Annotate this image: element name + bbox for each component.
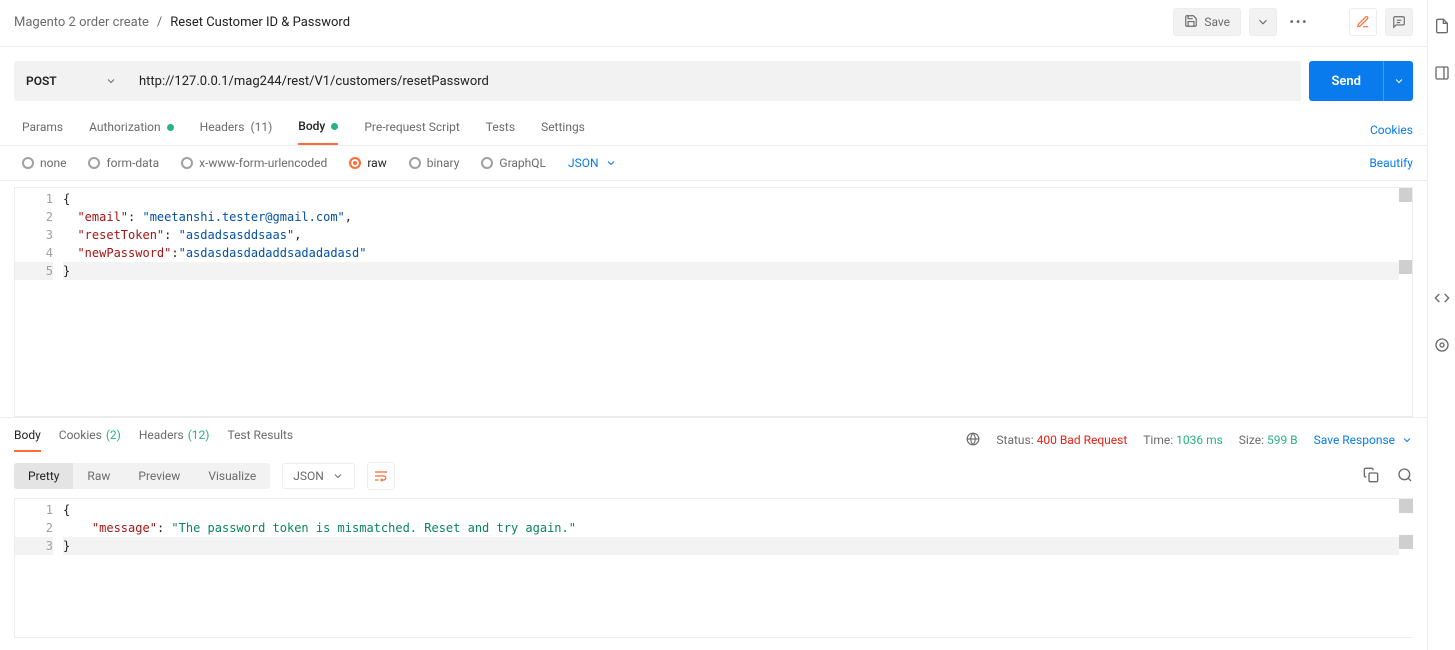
response-tab-tests[interactable]: Test Results	[227, 428, 293, 452]
body-type-row: none form-data x-www-form-urlencoded raw…	[0, 146, 1427, 181]
chevron-down-icon	[1401, 434, 1413, 446]
edit-button[interactable]	[1349, 8, 1377, 36]
tab-prerequest[interactable]: Pre-request Script	[364, 115, 459, 145]
body-type-xwww[interactable]: x-www-form-urlencoded	[181, 156, 327, 170]
time-group: Time: 1036 ms	[1143, 433, 1223, 447]
status-dot-icon	[331, 123, 338, 130]
tab-params[interactable]: Params	[22, 115, 63, 145]
save-response-button[interactable]: Save Response	[1314, 433, 1413, 447]
method-select[interactable]: POST	[14, 61, 129, 101]
code-content[interactable]: { "email": "meetanshi.tester@gmail.com",…	[63, 188, 1412, 416]
body-type-raw[interactable]: raw	[349, 156, 386, 170]
url-bar: POST http://127.0.0.1/mag244/rest/V1/cus…	[0, 47, 1427, 115]
cookies-link[interactable]: Cookies	[1370, 123, 1413, 137]
copy-button[interactable]	[1363, 467, 1379, 486]
response-tab-body[interactable]: Body	[14, 428, 41, 452]
right-sidebar	[1427, 0, 1455, 650]
view-visualize[interactable]: Visualize	[194, 463, 270, 489]
sidebar-collapse-icon[interactable]	[1434, 65, 1450, 84]
search-button[interactable]	[1397, 467, 1413, 486]
body-language-select[interactable]: JSON	[568, 156, 617, 170]
info-icon[interactable]	[1434, 337, 1450, 356]
view-pretty[interactable]: Pretty	[14, 463, 73, 489]
wrap-icon	[373, 468, 389, 484]
breadcrumb-sep: /	[157, 15, 162, 30]
more-actions-button[interactable]: •••	[1285, 8, 1313, 36]
save-button[interactable]: Save	[1173, 8, 1241, 36]
comment-button[interactable]	[1385, 8, 1413, 36]
scrollbar-vertical[interactable]	[1399, 499, 1413, 637]
method-label: POST	[26, 74, 57, 88]
request-tabs: Params Authorization Headers (11) Body P…	[0, 115, 1427, 146]
tab-headers[interactable]: Headers (11)	[200, 115, 273, 145]
network-icon[interactable]	[966, 432, 980, 449]
response-format-select[interactable]: JSON	[282, 463, 355, 489]
line-gutter: 1 2 3 4 5	[15, 188, 63, 416]
send-button[interactable]: Send	[1309, 61, 1383, 101]
chevron-down-icon	[1393, 75, 1405, 87]
body-type-binary[interactable]: binary	[409, 156, 460, 170]
response-body-editor[interactable]: 1 2 3 { "message": "The password token i…	[14, 498, 1413, 638]
save-dropdown-button[interactable]	[1249, 8, 1277, 36]
save-label: Save	[1204, 15, 1230, 29]
size-group: Size: 599 B	[1239, 433, 1298, 447]
response-tab-cookies[interactable]: Cookies(2)	[59, 428, 121, 452]
status-group: Status: 400 Bad Request	[996, 433, 1127, 447]
view-raw[interactable]: Raw	[73, 463, 124, 489]
beautify-button[interactable]: Beautify	[1369, 156, 1413, 170]
body-type-none[interactable]: none	[22, 156, 66, 170]
tab-settings[interactable]: Settings	[541, 115, 585, 145]
request-body-editor[interactable]: 1 2 3 4 5 { "email": "meetanshi.tester@g…	[14, 187, 1413, 417]
response-view-segment: Pretty Raw Preview Visualize	[14, 463, 270, 489]
body-type-form-data[interactable]: form-data	[88, 156, 159, 170]
chevron-down-icon	[105, 75, 117, 87]
status-dot-icon	[167, 124, 174, 131]
scrollbar-vertical[interactable]	[1399, 188, 1413, 416]
code-content: { "message": "The password token is mism…	[63, 499, 1412, 637]
dots-icon: •••	[1290, 15, 1309, 29]
breadcrumb-parent[interactable]: Magento 2 order create	[14, 15, 149, 30]
code-icon[interactable]	[1434, 290, 1450, 309]
response-toolbar: Pretty Raw Preview Visualize JSON	[0, 452, 1427, 498]
tab-body[interactable]: Body	[298, 115, 338, 145]
response-header: Body Cookies(2) Headers(12) Test Results…	[0, 417, 1427, 452]
chevron-down-icon	[605, 157, 617, 169]
view-preview[interactable]: Preview	[124, 463, 194, 489]
tab-tests[interactable]: Tests	[486, 115, 515, 145]
tab-authorization[interactable]: Authorization	[89, 115, 174, 145]
line-gutter: 1 2 3	[15, 499, 63, 637]
header-bar: Magento 2 order create / Reset Customer …	[0, 0, 1427, 47]
breadcrumb-current: Reset Customer ID & Password	[170, 15, 350, 30]
docs-icon[interactable]	[1434, 18, 1450, 37]
response-tab-headers[interactable]: Headers(12)	[139, 428, 210, 452]
url-input[interactable]: http://127.0.0.1/mag244/rest/V1/customer…	[129, 61, 1301, 101]
send-dropdown-button[interactable]	[1383, 61, 1413, 101]
wrap-lines-button[interactable]	[367, 462, 395, 490]
body-type-graphql[interactable]: GraphQL	[481, 156, 546, 170]
save-icon	[1184, 14, 1198, 31]
chevron-down-icon	[332, 470, 344, 482]
